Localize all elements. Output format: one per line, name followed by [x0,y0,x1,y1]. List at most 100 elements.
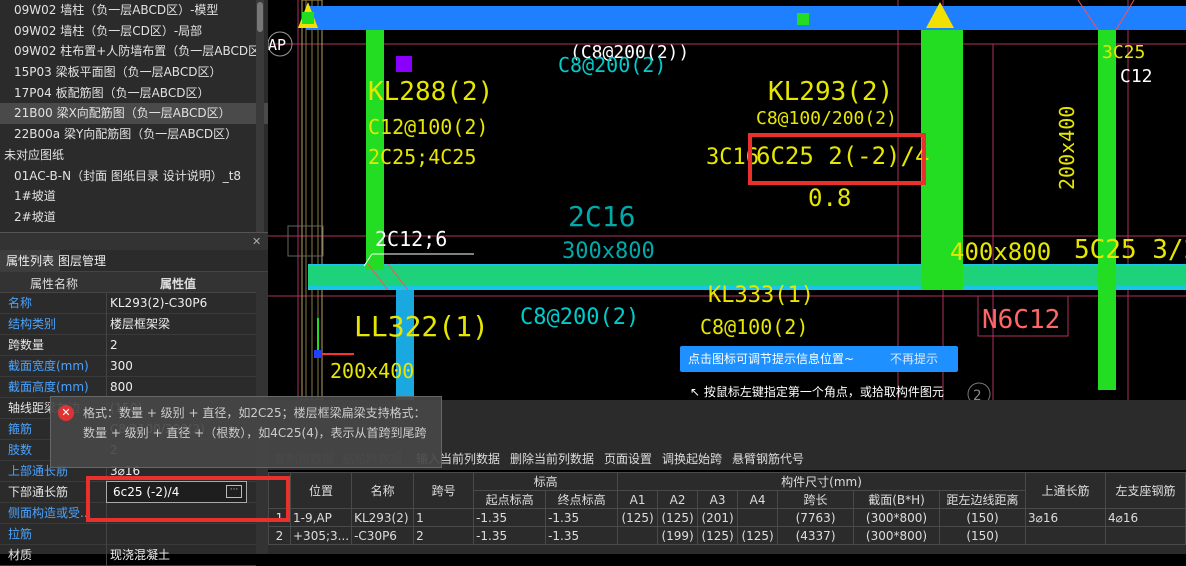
property-name: 名称 [8,296,33,310]
grid-header-dims: 构件尺寸(mm) [617,472,1026,491]
table-cell-a3[interactable]: (201) [697,508,739,527]
property-row[interactable]: 截面高度(mm) 800 [0,377,256,398]
property-value[interactable]: KL293(2)-C30P6 [110,293,207,314]
property-row[interactable]: 名称 KL293(2)-C30P6 [0,293,256,314]
column-divider [106,545,107,566]
column-divider [106,293,107,314]
column-divider [106,356,107,377]
property-value[interactable]: 800 [110,377,133,398]
table-cell-a1[interactable] [617,526,659,545]
table-cell-start[interactable]: -1.35 [473,526,547,545]
grid-header-a1: A1 [617,490,659,509]
highlight-box-edit [86,476,290,522]
table-cell-left[interactable]: 4⌀16 [1105,508,1186,527]
grid-header-span: 跨号 [413,472,475,509]
close-icon[interactable]: ✕ [252,235,261,248]
cad-label: C8@200(2) [520,305,639,330]
table-row[interactable]: 1 1-9,AP KL293(2) 1 -1.35 -1.35 (125) (125) (201… [268,508,1186,527]
drawing-list-item[interactable]: 09W02 柱布置+人防墙布置（负一层ABCD区 [0,41,268,62]
table-cell-a3[interactable]: (125) [697,526,739,545]
grid-header-edge: 距左边线距离 [939,490,1026,509]
table-cell-top[interactable] [1025,526,1106,545]
property-row[interactable]: 拉筋 [0,524,256,545]
table-cell-a2[interactable]: (125) [657,508,699,527]
toolbar-button[interactable]: 调换起始跨 [662,450,722,467]
cad-label: 300x800 [562,239,655,264]
toolbar-button[interactable]: 删除当前列数据 [510,450,594,467]
table-cell-a4[interactable] [737,508,779,527]
drawing-list-item[interactable]: 22B00a 梁Y向配筋图（负一层ABCD区） [0,124,268,145]
table-cell-span[interactable]: 2 [413,526,475,545]
error-icon: ✕ [58,405,74,421]
property-name: 跨数量 [8,338,45,352]
grid-header-elevation: 标高 [473,472,619,491]
drawing-list-item[interactable]: 01AC-B-N（封面 图纸目录 设计说明）_t8 [0,166,268,187]
property-name: 截面宽度(mm) [8,359,89,373]
property-value[interactable]: 楼层框架梁 [110,314,170,335]
table-cell-len[interactable]: (7763) [777,508,854,527]
property-value[interactable]: 现浇混凝土 [110,545,170,566]
cad-label: N6C12 [982,305,1060,335]
tab-properties[interactable]: 属性列表 [0,250,61,272]
cad-label: 0.8 [808,184,851,212]
table-cell-len[interactable]: (4337) [777,526,854,545]
table-cell-a2[interactable]: (199) [657,526,699,545]
cad-label: AP [268,36,286,54]
table-cell-position[interactable]: 1-9,AP [289,508,353,527]
table-cell-end[interactable]: -1.35 [545,526,619,545]
cursor-icon: ↖ [690,385,701,399]
grid-header-left-bar: 左支座钢筋 [1105,472,1186,509]
drawing-list-item[interactable]: 21B00 梁X向配筋图（负一层ABCD区） [0,103,268,125]
drawing-list-scrollbar[interactable] [256,0,264,232]
tab-layers[interactable]: 图层管理 [52,250,112,272]
property-row[interactable]: 材质 现浇混凝土 [0,545,256,566]
property-value[interactable]: 300 [110,356,133,377]
drawing-list-item[interactable]: 2#坡道 [0,207,268,228]
table-cell-name[interactable]: KL293(2) [351,508,415,527]
property-header: 属性名称 属性值 [0,272,256,293]
drawing-list-item[interactable]: 未对应图纸 [0,145,268,166]
cad-canvas[interactable]: KL288(2) C12@100(2) 2C25;4C25 KL293(2) C8@10… [268,0,1186,400]
table-cell-section[interactable]: (300*800) [853,526,940,545]
table-cell-top[interactable]: 3⌀16 [1025,508,1106,527]
property-row[interactable]: 跨数量 2 [0,335,256,356]
drawing-list-item[interactable]: 15P03 梁板平面图（负一层ABCD区） [0,62,268,83]
table-cell-a1[interactable]: (125) [617,508,659,527]
drawing-list-item[interactable]: 17P04 板配筋图（负一层ABCD区） [0,83,268,104]
table-cell-end[interactable]: -1.35 [545,508,619,527]
table-cell-span[interactable]: 1 [413,508,475,527]
drawing-list-item[interactable]: 09W02 墙柱（负一层ABCD区）-模型 [0,0,268,21]
drawing-list-item[interactable]: 09W02 墙柱（负一层CD区）-局部 [0,21,268,42]
table-cell-position[interactable]: +305;3... [289,526,353,545]
span-table: 位置 名称 跨号 标高 构件尺寸(mm) 上通长筋 左支座钢筋 起点标高 终点标… [268,472,1186,554]
drawing-list-item[interactable]: 1#坡道 [0,186,268,207]
table-cell-section[interactable]: (300*800) [853,508,940,527]
grid-header-start-elev: 起点标高 [473,490,547,509]
toolbar-button[interactable]: 悬臂钢筋代号 [732,450,804,467]
grid-header-top-bar: 上通长筋 [1025,472,1106,509]
toolbar-button[interactable]: 页面设置 [604,450,652,467]
property-name-header: 属性名称 [30,277,79,291]
cad-label: KL288(2) [368,77,493,107]
table-cell-left[interactable] [1105,526,1186,545]
highlight-box-canvas [748,133,926,185]
cad-label: C8@100(2) [700,315,808,339]
table-cell-start[interactable]: -1.35 [473,508,547,527]
left-panel: 09W02 墙柱（负一层ABCD区）-模型 09W02 墙柱（负一层CD区）-局部… [0,0,268,566]
table-cell-idx[interactable]: 2 [268,526,291,545]
table-cell-edge[interactable]: (150) [939,526,1026,545]
property-value[interactable]: 2 [110,335,118,356]
hint-popup[interactable]: 点击图标可调节提示信息位置~ 不再提示 [680,346,958,372]
property-row[interactable]: 截面宽度(mm) 300 [0,356,256,377]
grid-header-section: 截面(B*H) [853,490,940,509]
cad-label: 3C25 [1102,42,1145,63]
tooltip-text: 格式：数量 + 级别 + 直径，如2C25；楼层框梁扁梁支持格式：数量 + 级别… [83,406,427,440]
table-cell-name[interactable]: -C30P6 [351,526,415,545]
table-cell-a4[interactable]: (125) [737,526,779,545]
table-cell-edge[interactable]: (150) [939,508,1026,527]
hint-dismiss-link[interactable]: 不再提示 [890,346,938,372]
cad-label: 200x400 [330,359,414,383]
table-row[interactable]: 2 +305;3... -C30P6 2 -1.35 -1.35 (199) (125) (12… [268,526,1186,545]
format-tooltip: 格式：数量 + 级别 + 直径，如2C25；楼层框梁扁梁支持格式：数量 + 级别… [50,396,442,468]
property-row[interactable]: 结构类别 楼层框架梁 [0,314,256,335]
